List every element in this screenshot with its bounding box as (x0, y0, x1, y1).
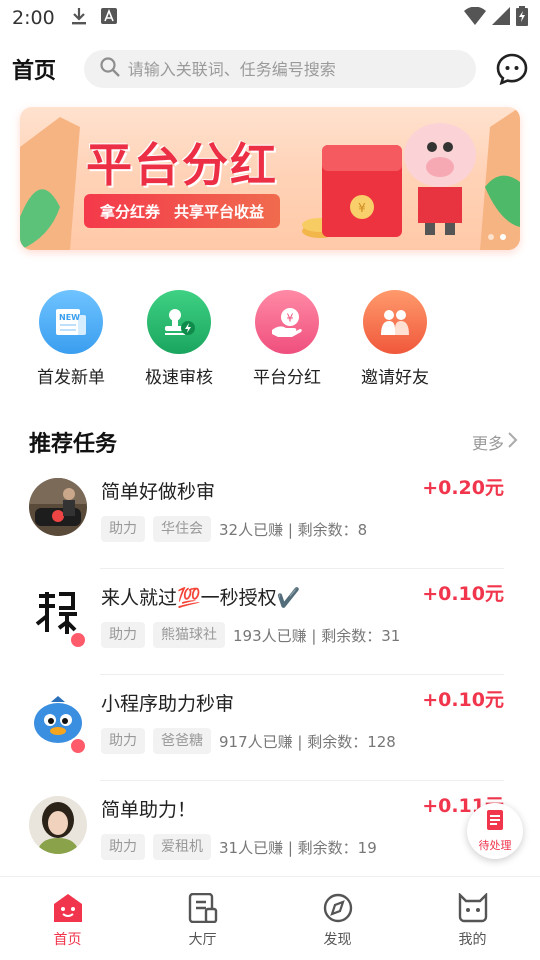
quick-entry-label: 首发新单 (37, 368, 105, 388)
nav-home[interactable]: 首页 (0, 877, 135, 960)
compass-icon (322, 893, 354, 927)
chat-bubble-icon (496, 53, 528, 86)
download-icon (71, 7, 87, 29)
task-item[interactable]: 简单好做秒审 +0.20元 助力 华住会 32人已赚 | 剩余数：8 (0, 463, 540, 569)
message-button[interactable] (496, 53, 528, 86)
nav-label: 大厅 (188, 932, 217, 948)
task-meta: 助力 爸爸糖 917人已赚 | 剩余数：128 (101, 728, 396, 754)
quick-entry-label: 邀请好友 (361, 368, 429, 388)
fast-review-icon (147, 290, 211, 354)
task-type-tag: 助力 (101, 728, 145, 754)
status-time: 2:00 (12, 7, 55, 29)
chevron-right-icon (506, 431, 518, 453)
nav-mine[interactable]: 我的 (405, 877, 540, 960)
nav-label: 我的 (458, 932, 487, 948)
nav-label: 发现 (323, 932, 352, 948)
search-bar[interactable] (83, 50, 476, 88)
app-notification-icon (100, 8, 117, 28)
task-brand-tag: 爱租机 (153, 834, 211, 860)
quick-entry-invite[interactable]: 邀请好友 (345, 290, 445, 388)
banner-title: 平台分红 (86, 138, 278, 192)
task-avatar (29, 796, 87, 854)
task-type-tag: 助力 (101, 622, 145, 648)
pending-label: 待处理 (478, 839, 512, 852)
profile-icon (457, 892, 489, 927)
task-brand-tag: 爸爸糖 (153, 728, 211, 754)
svg-text:¥: ¥ (287, 312, 294, 325)
task-title: 来人就过💯一秒授权✔️ (101, 587, 301, 609)
banner-subtitle-left: 拿分红券 (100, 202, 161, 221)
task-item[interactable]: 来人就过💯一秒授权✔️ +0.10元 助力 熊猫球社 193人已赚 | 剩余数：… (0, 569, 540, 675)
task-reward: +0.10元 (422, 689, 504, 711)
nav-discover[interactable]: 发现 (270, 877, 405, 960)
verified-badge-icon (69, 737, 87, 755)
task-meta: 助力 熊猫球社 193人已赚 | 剩余数：31 (101, 622, 400, 648)
search-input[interactable] (127, 59, 458, 79)
task-avatar (29, 478, 87, 536)
task-title: 简单助力！ (101, 799, 197, 821)
more-link-label: 更多 (471, 434, 504, 453)
svg-text:¥: ¥ (358, 201, 366, 215)
dividend-icon: ¥ (255, 290, 319, 354)
page-title: 首页 (12, 59, 57, 84)
task-item[interactable]: 简单助力！ +0.11元 助力 爱租机 31人已赚 | 剩余数：19 (0, 781, 540, 887)
nav-hall[interactable]: 大厅 (135, 877, 270, 960)
more-link[interactable]: 更多 (472, 430, 518, 454)
verified-badge-icon (69, 631, 87, 649)
status-bar: 2:00 (0, 0, 540, 36)
task-stats: 32人已赚 | 剩余数：8 (219, 520, 368, 539)
quick-entry-label: 极速审核 (145, 368, 213, 388)
task-stats: 917人已赚 | 剩余数：128 (219, 732, 396, 751)
task-reward: +0.20元 (422, 477, 504, 499)
task-item[interactable]: 小程序助力秒审 +0.10元 助力 爸爸糖 917人已赚 | 剩余数：128 (0, 675, 540, 781)
section-title: 推荐任务 (29, 432, 118, 457)
quick-entry-new-orders[interactable]: NEW 首发新单 (21, 290, 121, 388)
banner-indicator (488, 234, 506, 240)
task-list: 简单好做秒审 +0.20元 助力 华住会 32人已赚 | 剩余数：8 来人就过💯… (0, 463, 540, 887)
task-meta: 助力 爱租机 31人已赚 | 剩余数：19 (101, 834, 377, 860)
bottom-nav: 首页 大厅 发现 我的 (0, 876, 540, 960)
task-brand-tag: 华住会 (153, 516, 211, 542)
task-brand-tag: 熊猫球社 (153, 622, 225, 648)
task-meta: 助力 华住会 32人已赚 | 剩余数：8 (101, 516, 367, 542)
invite-icon (363, 290, 427, 354)
svg-text:NEW: NEW (59, 313, 80, 322)
task-type-tag: 助力 (101, 834, 145, 860)
task-stats: 193人已赚 | 剩余数：31 (233, 626, 401, 645)
task-type-tag: 助力 (101, 516, 145, 542)
quick-entry-dividend[interactable]: ¥ 平台分红 (237, 290, 337, 388)
battery-icon (516, 6, 528, 30)
task-title: 简单好做秒审 (101, 481, 216, 503)
wifi-icon (464, 6, 486, 29)
promo-banner[interactable]: ¥ 平台分红 拿分红券 共享平台收益 (20, 107, 520, 250)
task-reward: +0.10元 (422, 583, 504, 605)
banner-subtitle: 拿分红券 共享平台收益 (84, 194, 281, 228)
header: 首页 (0, 44, 540, 94)
document-icon (484, 809, 506, 835)
signal-icon (492, 7, 510, 29)
search-icon (100, 57, 120, 81)
new-order-icon: NEW (39, 290, 103, 354)
task-title: 小程序助力秒审 (101, 693, 235, 715)
task-hall-icon (187, 892, 219, 927)
home-icon (52, 893, 84, 927)
nav-label: 首页 (53, 932, 82, 948)
quick-entry-fast-review[interactable]: 极速审核 (129, 290, 229, 388)
quick-entry-label: 平台分红 (253, 368, 321, 388)
banner-subtitle-right: 共享平台收益 (174, 202, 265, 221)
task-stats: 31人已赚 | 剩余数：19 (219, 838, 377, 857)
pending-tasks-button[interactable]: 待处理 (467, 803, 523, 859)
quick-entries: NEW 首发新单 极速审核 ¥ 平台分红 邀请好友 (0, 290, 540, 390)
